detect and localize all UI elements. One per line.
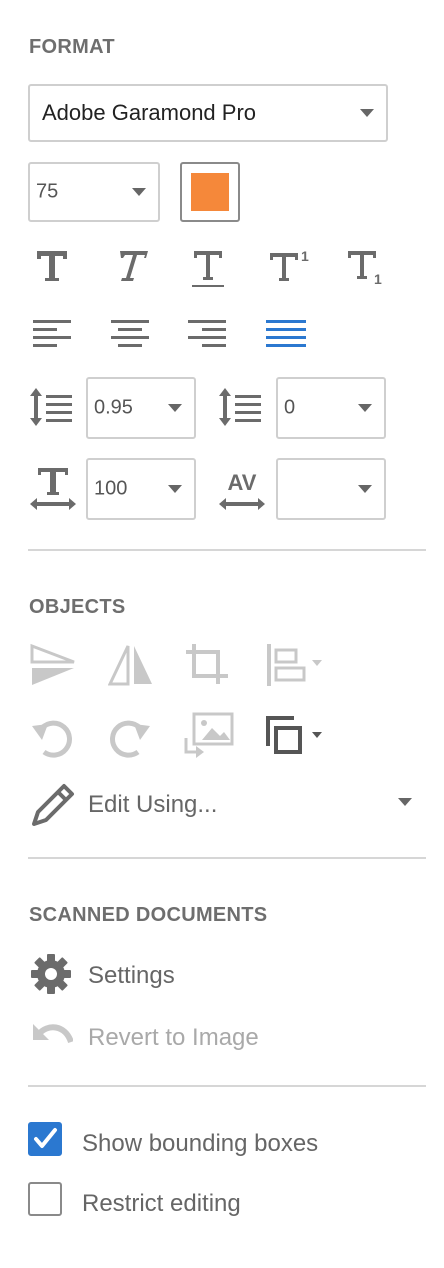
font-size-dropdown[interactable]: 75 <box>28 162 160 222</box>
line-spacing-value: 0.95 <box>94 396 133 419</box>
pencil-icon <box>32 784 74 826</box>
objects-section-title: OBJECTS <box>29 596 126 618</box>
revert-icon <box>33 1024 73 1044</box>
line-spacing-dropdown[interactable]: 0.95 <box>86 377 196 439</box>
scanned-documents-section-title: SCANNED DOCUMENTS <box>29 904 268 926</box>
chevron-down-icon <box>360 109 374 117</box>
chevron-down-icon <box>132 188 146 196</box>
crop-icon[interactable] <box>184 642 230 688</box>
kerning-icon: AV <box>219 470 265 510</box>
divider <box>28 549 426 551</box>
font-family-value: Adobe Garamond Pro <box>42 100 257 125</box>
divider <box>28 1085 426 1087</box>
revert-to-image-button[interactable]: Revert to Image <box>88 1024 259 1052</box>
subscript-digit: 1 <box>374 271 382 287</box>
horizontal-scaling-icon <box>30 468 76 510</box>
show-bounding-boxes-label[interactable]: Show bounding boxes <box>82 1130 318 1158</box>
color-swatch <box>191 173 229 211</box>
chevron-down-icon <box>168 404 182 412</box>
paragraph-spacing-value: 0 <box>284 396 296 419</box>
paragraph-spacing-dropdown[interactable]: 0 <box>276 377 386 439</box>
flip-horizontal-icon[interactable] <box>108 642 154 688</box>
justify-icon[interactable] <box>266 320 306 348</box>
rotate-left-icon[interactable] <box>30 714 76 758</box>
paragraph-spacing-icon <box>219 388 261 426</box>
restrict-editing-checkbox[interactable] <box>28 1182 62 1216</box>
settings-button[interactable]: Settings <box>88 962 175 990</box>
character-spacing-dropdown[interactable] <box>276 458 386 520</box>
gear-icon <box>31 954 71 994</box>
italic-t-icon[interactable] <box>110 248 150 284</box>
rotate-right-icon[interactable] <box>106 714 152 758</box>
font-size-value: 75 <box>36 180 59 203</box>
align-left-icon[interactable] <box>33 320 73 348</box>
restrict-editing-label[interactable]: Restrict editing <box>82 1190 241 1218</box>
superscript-digit: 1 <box>301 248 309 264</box>
chevron-down-icon <box>358 404 372 412</box>
horizontal-scaling-value: 100 <box>94 477 128 500</box>
underline-t-icon[interactable] <box>190 248 226 290</box>
bold-t-icon[interactable] <box>34 248 70 284</box>
chevron-down-icon <box>358 485 372 493</box>
font-family-dropdown[interactable]: Adobe Garamond Pro <box>28 84 388 142</box>
superscript-icon[interactable]: 1 <box>268 248 312 284</box>
kerning-glyph: AV <box>228 470 257 495</box>
edit-using-button[interactable]: Edit Using... <box>88 791 217 819</box>
text-color-picker[interactable] <box>180 162 240 222</box>
chevron-down-icon[interactable] <box>398 798 412 806</box>
arrange-objects-icon[interactable] <box>264 642 326 688</box>
align-center-icon[interactable] <box>111 320 151 348</box>
show-bounding-boxes-checkbox[interactable] <box>28 1122 62 1156</box>
arrange-layers-icon[interactable] <box>264 714 326 760</box>
horizontal-scaling-dropdown[interactable]: 100 <box>86 458 196 520</box>
line-spacing-icon <box>30 388 72 426</box>
flip-vertical-icon[interactable] <box>30 642 76 688</box>
checkmark-icon <box>34 1128 57 1148</box>
align-right-icon[interactable] <box>188 320 228 348</box>
format-section-title: FORMAT <box>29 36 115 58</box>
replace-image-icon[interactable] <box>184 712 234 758</box>
chevron-down-icon <box>168 485 182 493</box>
subscript-icon[interactable]: 1 <box>346 248 390 288</box>
divider <box>28 857 426 859</box>
